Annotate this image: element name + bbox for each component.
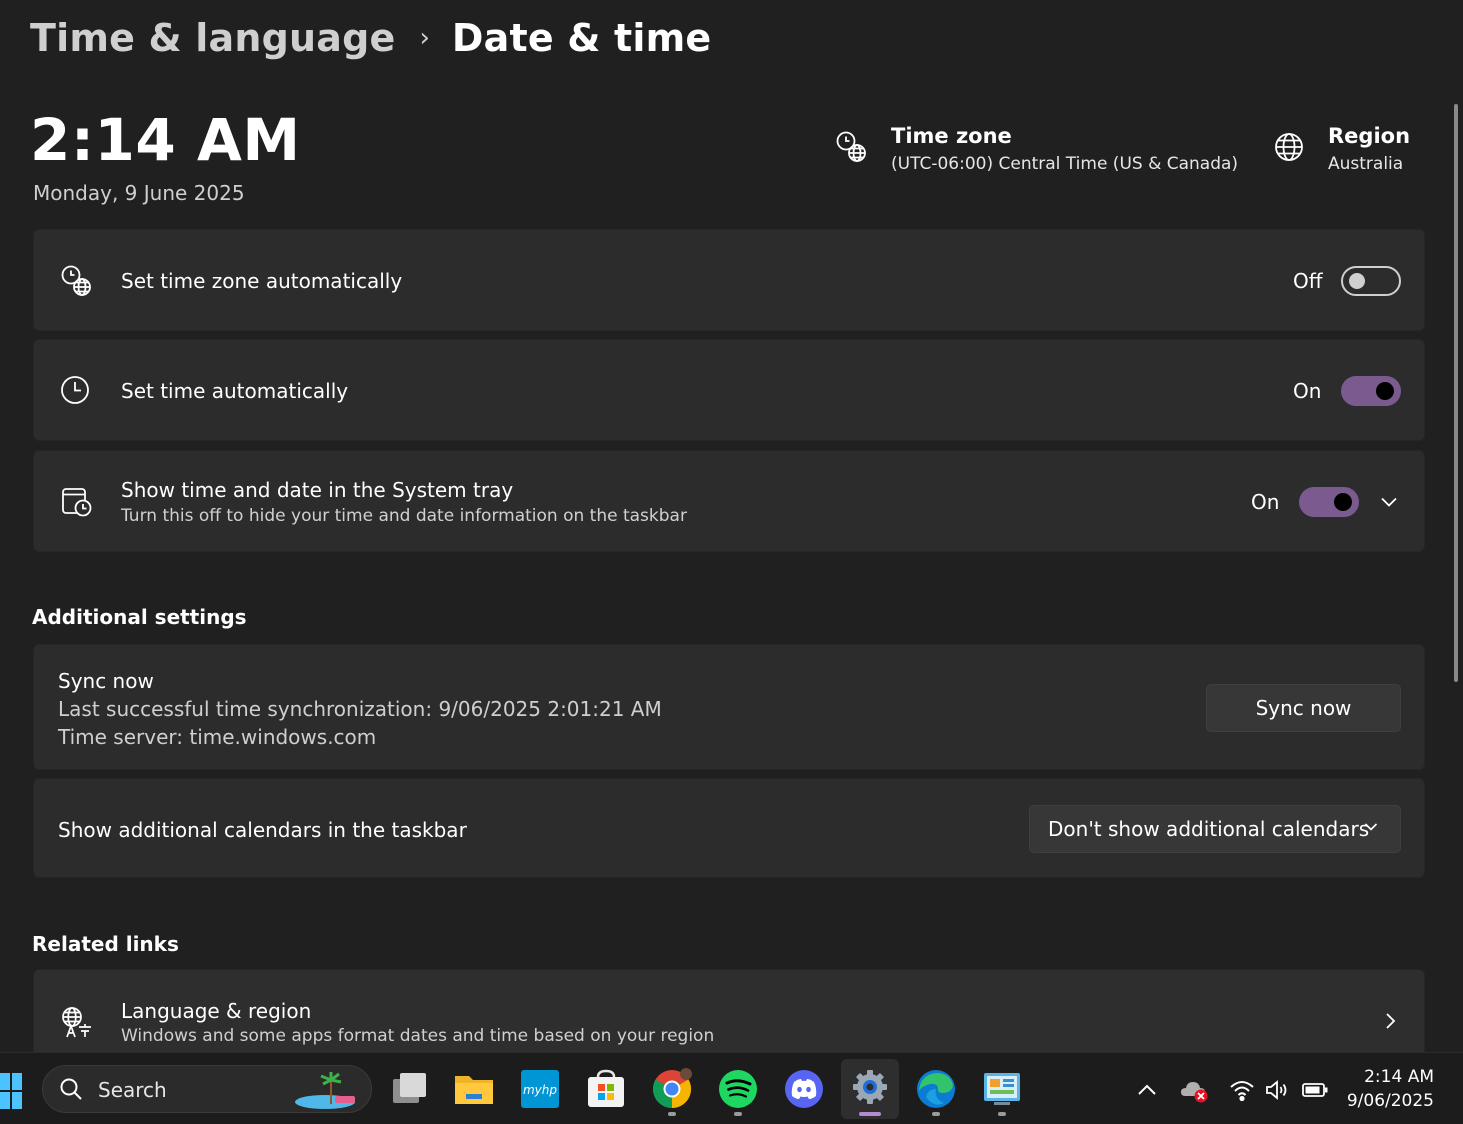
region-value: Australia [1328,154,1404,174]
spotify-icon[interactable] [716,1067,760,1111]
spotify-running-indicator [734,1112,742,1116]
current-date: Monday, 9 June 2025 [33,181,245,205]
breadcrumb-separator-icon: › [419,23,430,53]
show-time-in-tray-toggle[interactable] [1299,487,1359,517]
wifi-icon[interactable] [1229,1077,1255,1103]
show-time-in-tray-card[interactable]: Show time and date in the System tray Tu… [33,450,1425,552]
related-links-title: Related links [32,932,179,956]
start-icon[interactable] [0,1073,22,1109]
breadcrumb: Time & language › Date & time [30,10,711,66]
toggle-knob [1376,382,1394,400]
sync-now-title: Sync now [58,669,154,693]
last-sync-text: Last successful time synchronization: 9/… [58,697,662,721]
settings-app-button[interactable] [841,1059,899,1119]
search-label: Search [98,1078,167,1102]
task-view-icon[interactable] [387,1067,431,1111]
taskbar-time: 2:14 AM [1364,1067,1434,1087]
time-server-text: Time server: time.windows.com [58,725,377,749]
settings-active-indicator [859,1112,881,1116]
chrome-icon[interactable] [650,1067,694,1111]
time-zone-title: Time zone [891,124,1012,148]
page-title: Date & time [451,16,712,60]
toggle-knob [1349,273,1365,289]
timezone-globe-icon [61,265,91,296]
language-region-label: Language & region [121,999,312,1023]
onedrive-error-icon[interactable] [1180,1077,1210,1103]
taskbar-date: 9/06/2025 [1346,1091,1434,1111]
globe-icon [1275,133,1303,161]
current-time: 2:14 AM [30,106,301,174]
taskbar: Search myhp 2:14 AM 9/06/2025 [0,1052,1463,1124]
chevron-down-icon[interactable] [1380,493,1398,511]
taskbar-search[interactable]: Search [42,1065,372,1113]
volume-icon[interactable] [1264,1077,1290,1103]
set-time-zone-automatically-toggle[interactable] [1341,266,1401,296]
file-explorer-icon[interactable] [452,1067,496,1111]
chrome-running-indicator [668,1112,676,1116]
myhp-icon[interactable]: myhp [518,1067,562,1111]
chevron-right-icon [1386,1013,1396,1029]
set-time-automatically-toggle[interactable] [1341,376,1401,406]
settings-gear-icon [853,1070,887,1104]
show-time-in-tray-description: Turn this off to hide your time and date… [121,506,687,526]
microsoft-store-icon[interactable] [584,1067,628,1111]
edge-running-indicator [932,1112,940,1116]
control-panel-running-indicator [998,1112,1006,1116]
time-zone-value: (UTC-06:00) Central Time (US & Canada) [891,154,1239,174]
discord-icon[interactable] [782,1067,826,1111]
clock-icon [61,376,89,404]
taskbar-clock[interactable]: 2:14 AM 9/06/2025 [1330,1065,1434,1113]
set-time-automatically-card: Set time automatically On [33,339,1425,441]
timezone-globe-icon [836,131,866,162]
region-title: Region [1328,124,1411,148]
calendar-clock-icon [62,488,92,517]
set-time-automatically-state: On [1293,379,1322,403]
sync-now-button[interactable]: Sync now [1206,684,1401,732]
language-region-description: Windows and some apps format dates and t… [121,1026,715,1046]
search-icon [60,1078,82,1100]
toggle-knob [1334,493,1352,511]
svg-text:myhp: myhp [523,1083,557,1097]
additional-calendars-card: Show additional calendars in the taskbar… [33,778,1425,878]
show-time-in-tray-label: Show time and date in the System tray [121,478,514,502]
edge-icon[interactable] [914,1067,958,1111]
chevron-down-icon [1364,823,1378,831]
additional-calendars-label: Show additional calendars in the taskbar [58,818,467,842]
additional-settings-title: Additional settings [32,605,247,629]
scrollbar[interactable] [1454,104,1458,682]
additional-calendars-dropdown[interactable]: Don't show additional calendars [1029,805,1401,853]
additional-calendars-selected: Don't show additional calendars [1048,817,1370,841]
set-time-zone-automatically-label: Set time zone automatically [121,269,403,293]
region-info: Region Australia [1272,122,1410,178]
show-time-in-tray-state: On [1251,490,1280,514]
breadcrumb-parent[interactable]: Time & language [30,16,396,60]
show-hidden-icons-chevron-up-icon[interactable] [1134,1077,1160,1103]
set-time-zone-automatically-card: Set time zone automatically Off [33,229,1425,331]
set-time-automatically-label: Set time automatically [121,379,349,403]
search-highlight-icon [295,1072,355,1109]
battery-icon[interactable] [1301,1077,1329,1103]
control-panel-icon[interactable] [980,1067,1024,1111]
language-region-icon [62,1007,91,1038]
time-zone-info: Time zone (UTC-06:00) Central Time (US &… [835,122,1238,178]
settings-window: Time & language › Date & time 2:14 AM Mo… [0,0,1463,1124]
set-time-zone-automatically-state: Off [1293,269,1323,293]
sync-now-card: Sync now Last successful time synchroniz… [33,644,1425,770]
